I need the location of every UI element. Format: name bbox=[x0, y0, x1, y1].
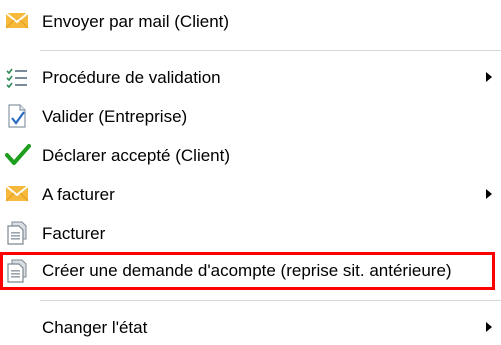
context-menu: Envoyer par mail (Client) Procédure de v… bbox=[0, 0, 501, 345]
menu-item-label: Valider (Entreprise) bbox=[42, 107, 188, 126]
menu-item-label: Déclarer accepté (Client) bbox=[42, 146, 231, 165]
submenu-arrow-icon bbox=[484, 320, 494, 334]
submenu-arrow-icon bbox=[484, 187, 494, 201]
checklist-icon bbox=[5, 66, 29, 90]
menu-item-label: Envoyer par mail (Client) bbox=[42, 12, 230, 31]
menu-item-label: Procédure de validation bbox=[42, 68, 221, 87]
menu-separator bbox=[40, 300, 501, 301]
menu-item-validate-company[interactable]: Valider (Entreprise) bbox=[0, 97, 501, 135]
menu-item-label: A facturer bbox=[42, 185, 115, 204]
invoice-icon bbox=[5, 221, 29, 245]
validate-document-icon bbox=[5, 104, 29, 128]
envelope-icon bbox=[5, 184, 29, 208]
menu-separator bbox=[40, 50, 501, 51]
highlight-box bbox=[0, 252, 495, 290]
menu-item-change-state[interactable]: Changer l'état bbox=[0, 308, 501, 345]
envelope-icon bbox=[5, 11, 29, 35]
menu-item-to-invoice[interactable]: A facturer bbox=[0, 175, 501, 213]
menu-item-label: Facturer bbox=[42, 224, 106, 243]
menu-item-validation-procedure[interactable]: Procédure de validation bbox=[0, 58, 501, 96]
menu-item-label: Changer l'état bbox=[42, 318, 148, 337]
menu-item-invoice[interactable]: Facturer bbox=[0, 214, 501, 252]
submenu-arrow-icon bbox=[484, 70, 494, 84]
checkmark-icon bbox=[5, 143, 31, 167]
menu-item-declare-accepted-client[interactable]: Déclarer accepté (Client) bbox=[0, 136, 501, 174]
menu-item-send-mail-client[interactable]: Envoyer par mail (Client) bbox=[0, 2, 501, 40]
